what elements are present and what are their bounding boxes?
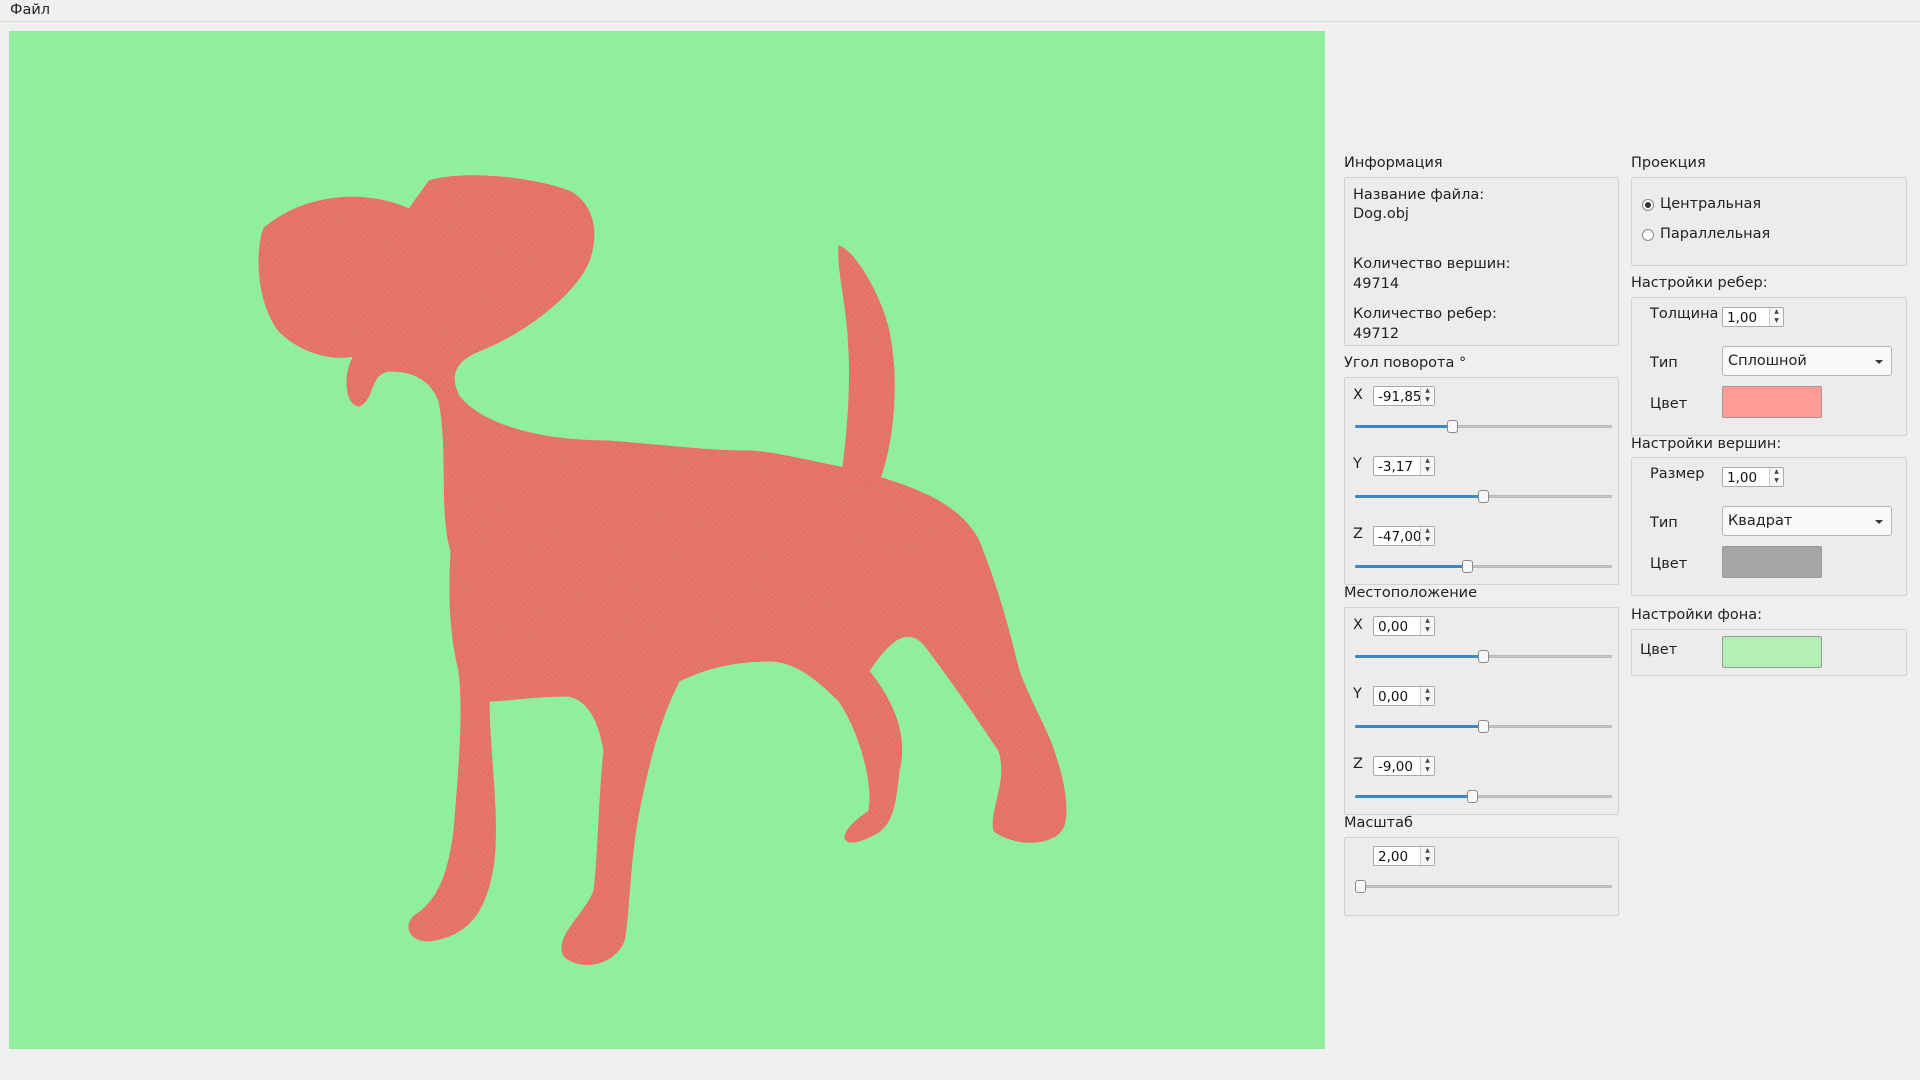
rotation-y-spinbox[interactable]: -3,17 ▲ ▼: [1373, 456, 1435, 476]
rotation-z-slider[interactable]: [1355, 558, 1612, 576]
vertex-size-value: 1,00: [1727, 470, 1758, 486]
edges-count-label: Количество ребер:: [1353, 306, 1497, 322]
position-x-value: 0,00: [1378, 619, 1409, 635]
menu-bar: Файл: [0, 0, 1920, 22]
chevron-down-icon: [1875, 520, 1883, 524]
rotation-x-label: X: [1353, 387, 1363, 403]
spin-arrows-icon[interactable]: ▲ ▼: [1420, 387, 1434, 405]
rotation-y-label: Y: [1353, 456, 1362, 472]
scale-value: 2,00: [1378, 849, 1409, 865]
projection-group: Центральная Параллельная: [1631, 177, 1907, 266]
spin-arrows-icon[interactable]: ▲ ▼: [1420, 757, 1434, 775]
vertices-count-label: Количество вершин:: [1353, 256, 1511, 272]
background-color-button[interactable]: [1722, 636, 1822, 668]
position-group: X 0,00 ▲ ▼ Y 0,00 ▲ ▼ Z -9,00 ▲ ▼: [1344, 607, 1619, 815]
file-name-label: Название файла:: [1353, 187, 1485, 203]
rotation-y-value: -3,17: [1378, 459, 1413, 475]
slider-handle[interactable]: [1462, 560, 1474, 573]
slider-handle[interactable]: [1355, 880, 1366, 893]
scale-title: Масштаб: [1344, 815, 1413, 831]
edge-settings-group: Толщина 1,00 ▲ ▼ Тип Сплошной Цвет: [1631, 297, 1907, 436]
background-settings-group: Цвет: [1631, 629, 1907, 676]
slider-handle[interactable]: [1477, 720, 1489, 733]
background-settings-title: Настройки фона:: [1631, 607, 1763, 623]
spin-arrows-icon[interactable]: ▲ ▼: [1420, 527, 1434, 545]
menu-file[interactable]: Файл: [10, 2, 50, 18]
slider-handle[interactable]: [1467, 790, 1479, 803]
position-x-slider[interactable]: [1355, 648, 1612, 666]
rotation-z-label: Z: [1353, 526, 1363, 542]
vertex-size-label: Размер: [1650, 466, 1705, 482]
position-title: Местоположение: [1344, 585, 1478, 601]
edges-count-value: 49712: [1353, 326, 1400, 342]
radio-central-label[interactable]: Центральная: [1660, 196, 1761, 212]
dog-body: [258, 175, 1067, 965]
edge-thickness-value: 1,00: [1727, 310, 1758, 326]
vertices-count-value: 49714: [1353, 276, 1400, 292]
rotation-x-slider[interactable]: [1355, 418, 1612, 436]
rotation-z-spinbox[interactable]: -47,00 ▲ ▼: [1373, 526, 1435, 546]
edge-thickness-label: Толщина: [1650, 306, 1719, 322]
rotation-group: X -91,85 ▲ ▼ Y -3,17 ▲ ▼ Z -47,00 ▲ ▼: [1344, 377, 1619, 585]
slider-handle[interactable]: [1477, 650, 1489, 663]
rotation-y-slider[interactable]: [1355, 488, 1612, 506]
vertex-color-button[interactable]: [1722, 546, 1822, 578]
slider-handle[interactable]: [1446, 420, 1458, 433]
dog-wireframe-model: [258, 175, 1067, 965]
scale-slider[interactable]: [1355, 878, 1612, 896]
position-z-spinbox[interactable]: -9,00 ▲ ▼: [1373, 756, 1435, 776]
radio-parallel-label[interactable]: Параллельная: [1660, 226, 1770, 242]
rotation-x-spinbox[interactable]: -91,85 ▲ ▼: [1373, 386, 1435, 406]
position-y-label: Y: [1353, 686, 1362, 702]
edge-type-label: Тип: [1650, 355, 1678, 371]
slider-handle[interactable]: [1477, 490, 1489, 503]
edge-color-label: Цвет: [1650, 396, 1688, 412]
vertex-type-dropdown[interactable]: Квадрат: [1722, 506, 1892, 536]
position-z-label: Z: [1353, 756, 1363, 772]
vertex-settings-group: Размер 1,00 ▲ ▼ Тип Квадрат Цвет: [1631, 457, 1907, 596]
scale-group: 2,00 ▲ ▼: [1344, 837, 1619, 916]
radio-parallel[interactable]: [1642, 229, 1654, 241]
spin-arrows-icon[interactable]: ▲ ▼: [1420, 457, 1434, 475]
edge-type-dropdown[interactable]: Сплошной: [1722, 346, 1892, 376]
background-color-label: Цвет: [1640, 642, 1678, 658]
chevron-down-icon: [1875, 360, 1883, 364]
rotation-title: Угол поворота °: [1344, 355, 1467, 371]
render-viewport[interactable]: [9, 31, 1325, 1049]
vertex-size-spinbox[interactable]: 1,00 ▲ ▼: [1722, 467, 1784, 487]
spin-arrows-icon[interactable]: ▲ ▼: [1769, 308, 1783, 326]
edge-thickness-spinbox[interactable]: 1,00 ▲ ▼: [1722, 307, 1784, 327]
spin-arrows-icon[interactable]: ▲ ▼: [1420, 687, 1434, 705]
edge-type-value: Сплошной: [1728, 353, 1807, 369]
edge-settings-title: Настройки ребер:: [1631, 275, 1768, 291]
rotation-x-value: -91,85: [1378, 389, 1420, 405]
spin-arrows-icon[interactable]: ▲ ▼: [1420, 617, 1434, 635]
rotation-z-value: -47,00: [1378, 529, 1420, 545]
position-x-label: X: [1353, 617, 1363, 633]
position-z-slider[interactable]: [1355, 788, 1612, 806]
spin-arrows-icon[interactable]: ▲ ▼: [1769, 468, 1783, 486]
vertex-settings-title: Настройки вершин:: [1631, 436, 1782, 452]
vertex-type-value: Квадрат: [1728, 513, 1793, 529]
edge-color-button[interactable]: [1722, 386, 1822, 418]
position-x-spinbox[interactable]: 0,00 ▲ ▼: [1373, 616, 1435, 636]
file-name-value: Dog.obj: [1353, 206, 1409, 222]
position-y-value: 0,00: [1378, 689, 1409, 705]
dog-tail: [838, 245, 895, 482]
position-z-value: -9,00: [1378, 759, 1413, 775]
radio-central[interactable]: [1642, 199, 1654, 211]
info-title: Информация: [1344, 155, 1443, 171]
projection-title: Проекция: [1631, 155, 1706, 171]
vertex-color-label: Цвет: [1650, 556, 1688, 572]
spin-arrows-icon[interactable]: ▲ ▼: [1420, 847, 1434, 865]
info-group: Название файла: Dog.obj Количество верши…: [1344, 177, 1619, 346]
position-y-spinbox[interactable]: 0,00 ▲ ▼: [1373, 686, 1435, 706]
vertex-type-label: Тип: [1650, 515, 1678, 531]
scale-spinbox[interactable]: 2,00 ▲ ▼: [1373, 846, 1435, 866]
position-y-slider[interactable]: [1355, 718, 1612, 736]
